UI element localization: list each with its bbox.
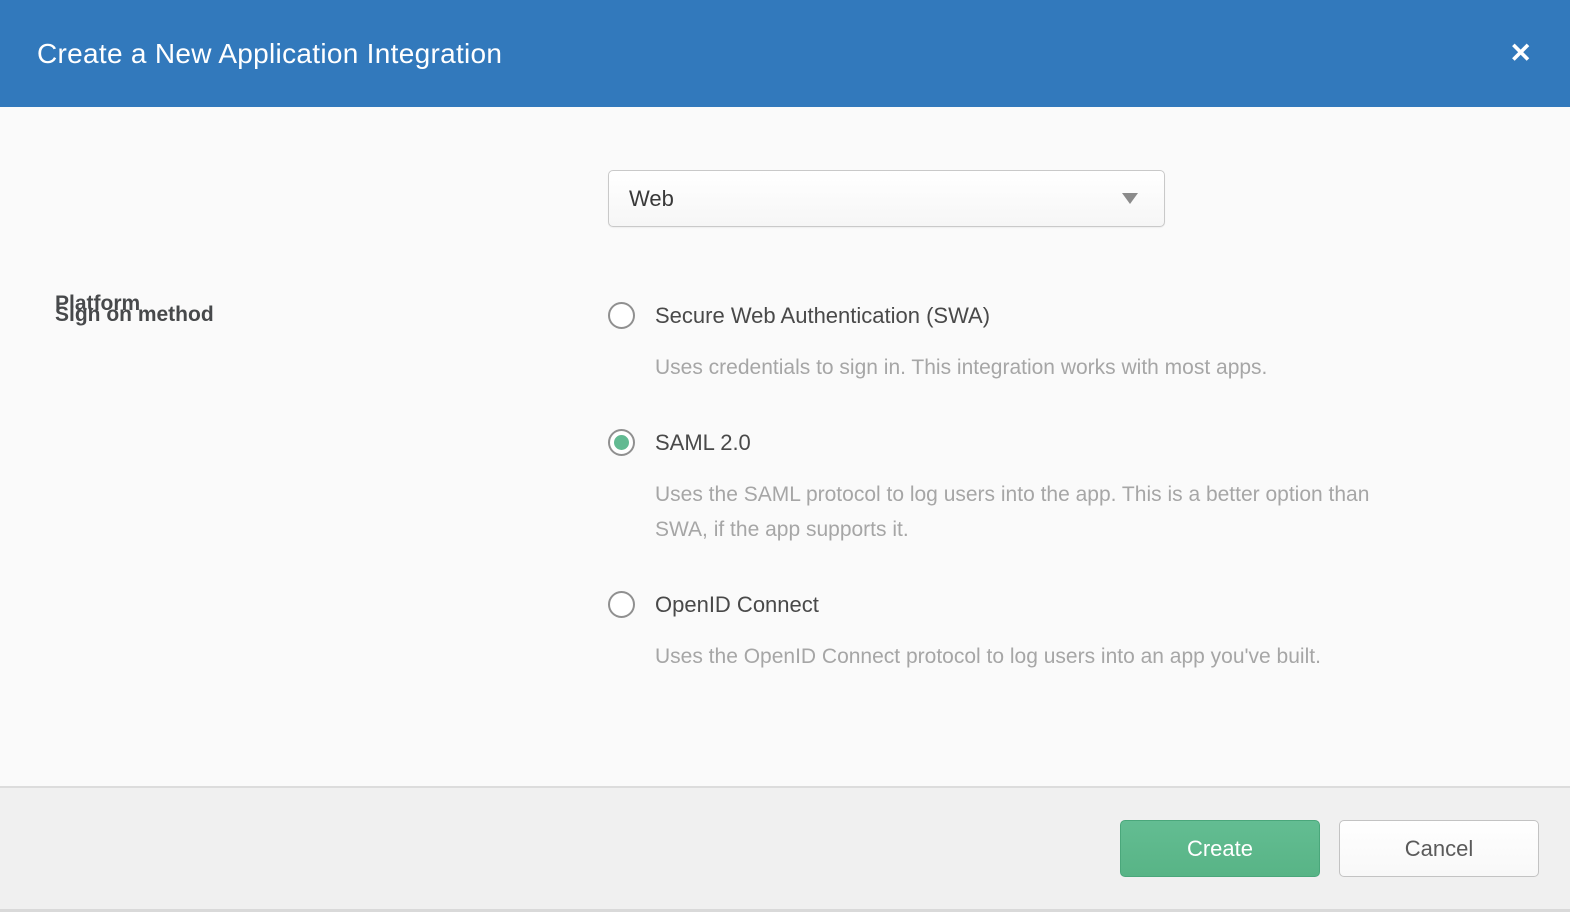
radio-option-openid: OpenID Connect Uses the OpenID Connect p… bbox=[608, 591, 1488, 674]
radio-row-openid[interactable]: OpenID Connect bbox=[608, 591, 1488, 618]
radio-description-saml: Uses the SAML protocol to log users into… bbox=[655, 477, 1417, 547]
sign-on-method-label: Sign on method bbox=[55, 303, 214, 327]
radio-description-openid: Uses the OpenID Connect protocol to log … bbox=[655, 639, 1417, 674]
cancel-button[interactable]: Cancel bbox=[1339, 820, 1539, 877]
sign-on-method-radio-group: Secure Web Authentication (SWA) Uses cre… bbox=[608, 302, 1488, 674]
radio-description-swa: Uses credentials to sign in. This integr… bbox=[655, 350, 1417, 385]
radio-option-swa: Secure Web Authentication (SWA) Uses cre… bbox=[608, 302, 1488, 385]
radio-button-swa[interactable] bbox=[608, 302, 635, 329]
create-button[interactable]: Create bbox=[1120, 820, 1320, 877]
radio-row-saml[interactable]: SAML 2.0 bbox=[608, 429, 1488, 456]
close-button[interactable]: ✕ bbox=[1501, 34, 1540, 73]
platform-select-value: Web bbox=[629, 186, 674, 212]
radio-row-swa[interactable]: Secure Web Authentication (SWA) bbox=[608, 302, 1488, 329]
radio-label-swa: Secure Web Authentication (SWA) bbox=[655, 303, 990, 329]
page-title: Create a New Application Integration bbox=[37, 38, 502, 70]
create-app-integration-modal: Create a New Application Integration ✕ P… bbox=[0, 0, 1570, 912]
modal-body: Platform Web Sign on method Secure Web A… bbox=[0, 107, 1570, 786]
radio-option-saml: SAML 2.0 Uses the SAML protocol to log u… bbox=[608, 429, 1488, 547]
radio-label-openid: OpenID Connect bbox=[655, 592, 819, 618]
radio-label-saml: SAML 2.0 bbox=[655, 430, 751, 456]
close-icon: ✕ bbox=[1509, 38, 1532, 68]
radio-button-saml[interactable] bbox=[608, 429, 635, 456]
platform-select[interactable]: Web bbox=[608, 170, 1165, 227]
chevron-down-icon bbox=[1122, 193, 1138, 204]
radio-button-openid[interactable] bbox=[608, 591, 635, 618]
modal-footer: Create Cancel bbox=[0, 786, 1570, 912]
modal-header: Create a New Application Integration ✕ bbox=[0, 0, 1570, 107]
